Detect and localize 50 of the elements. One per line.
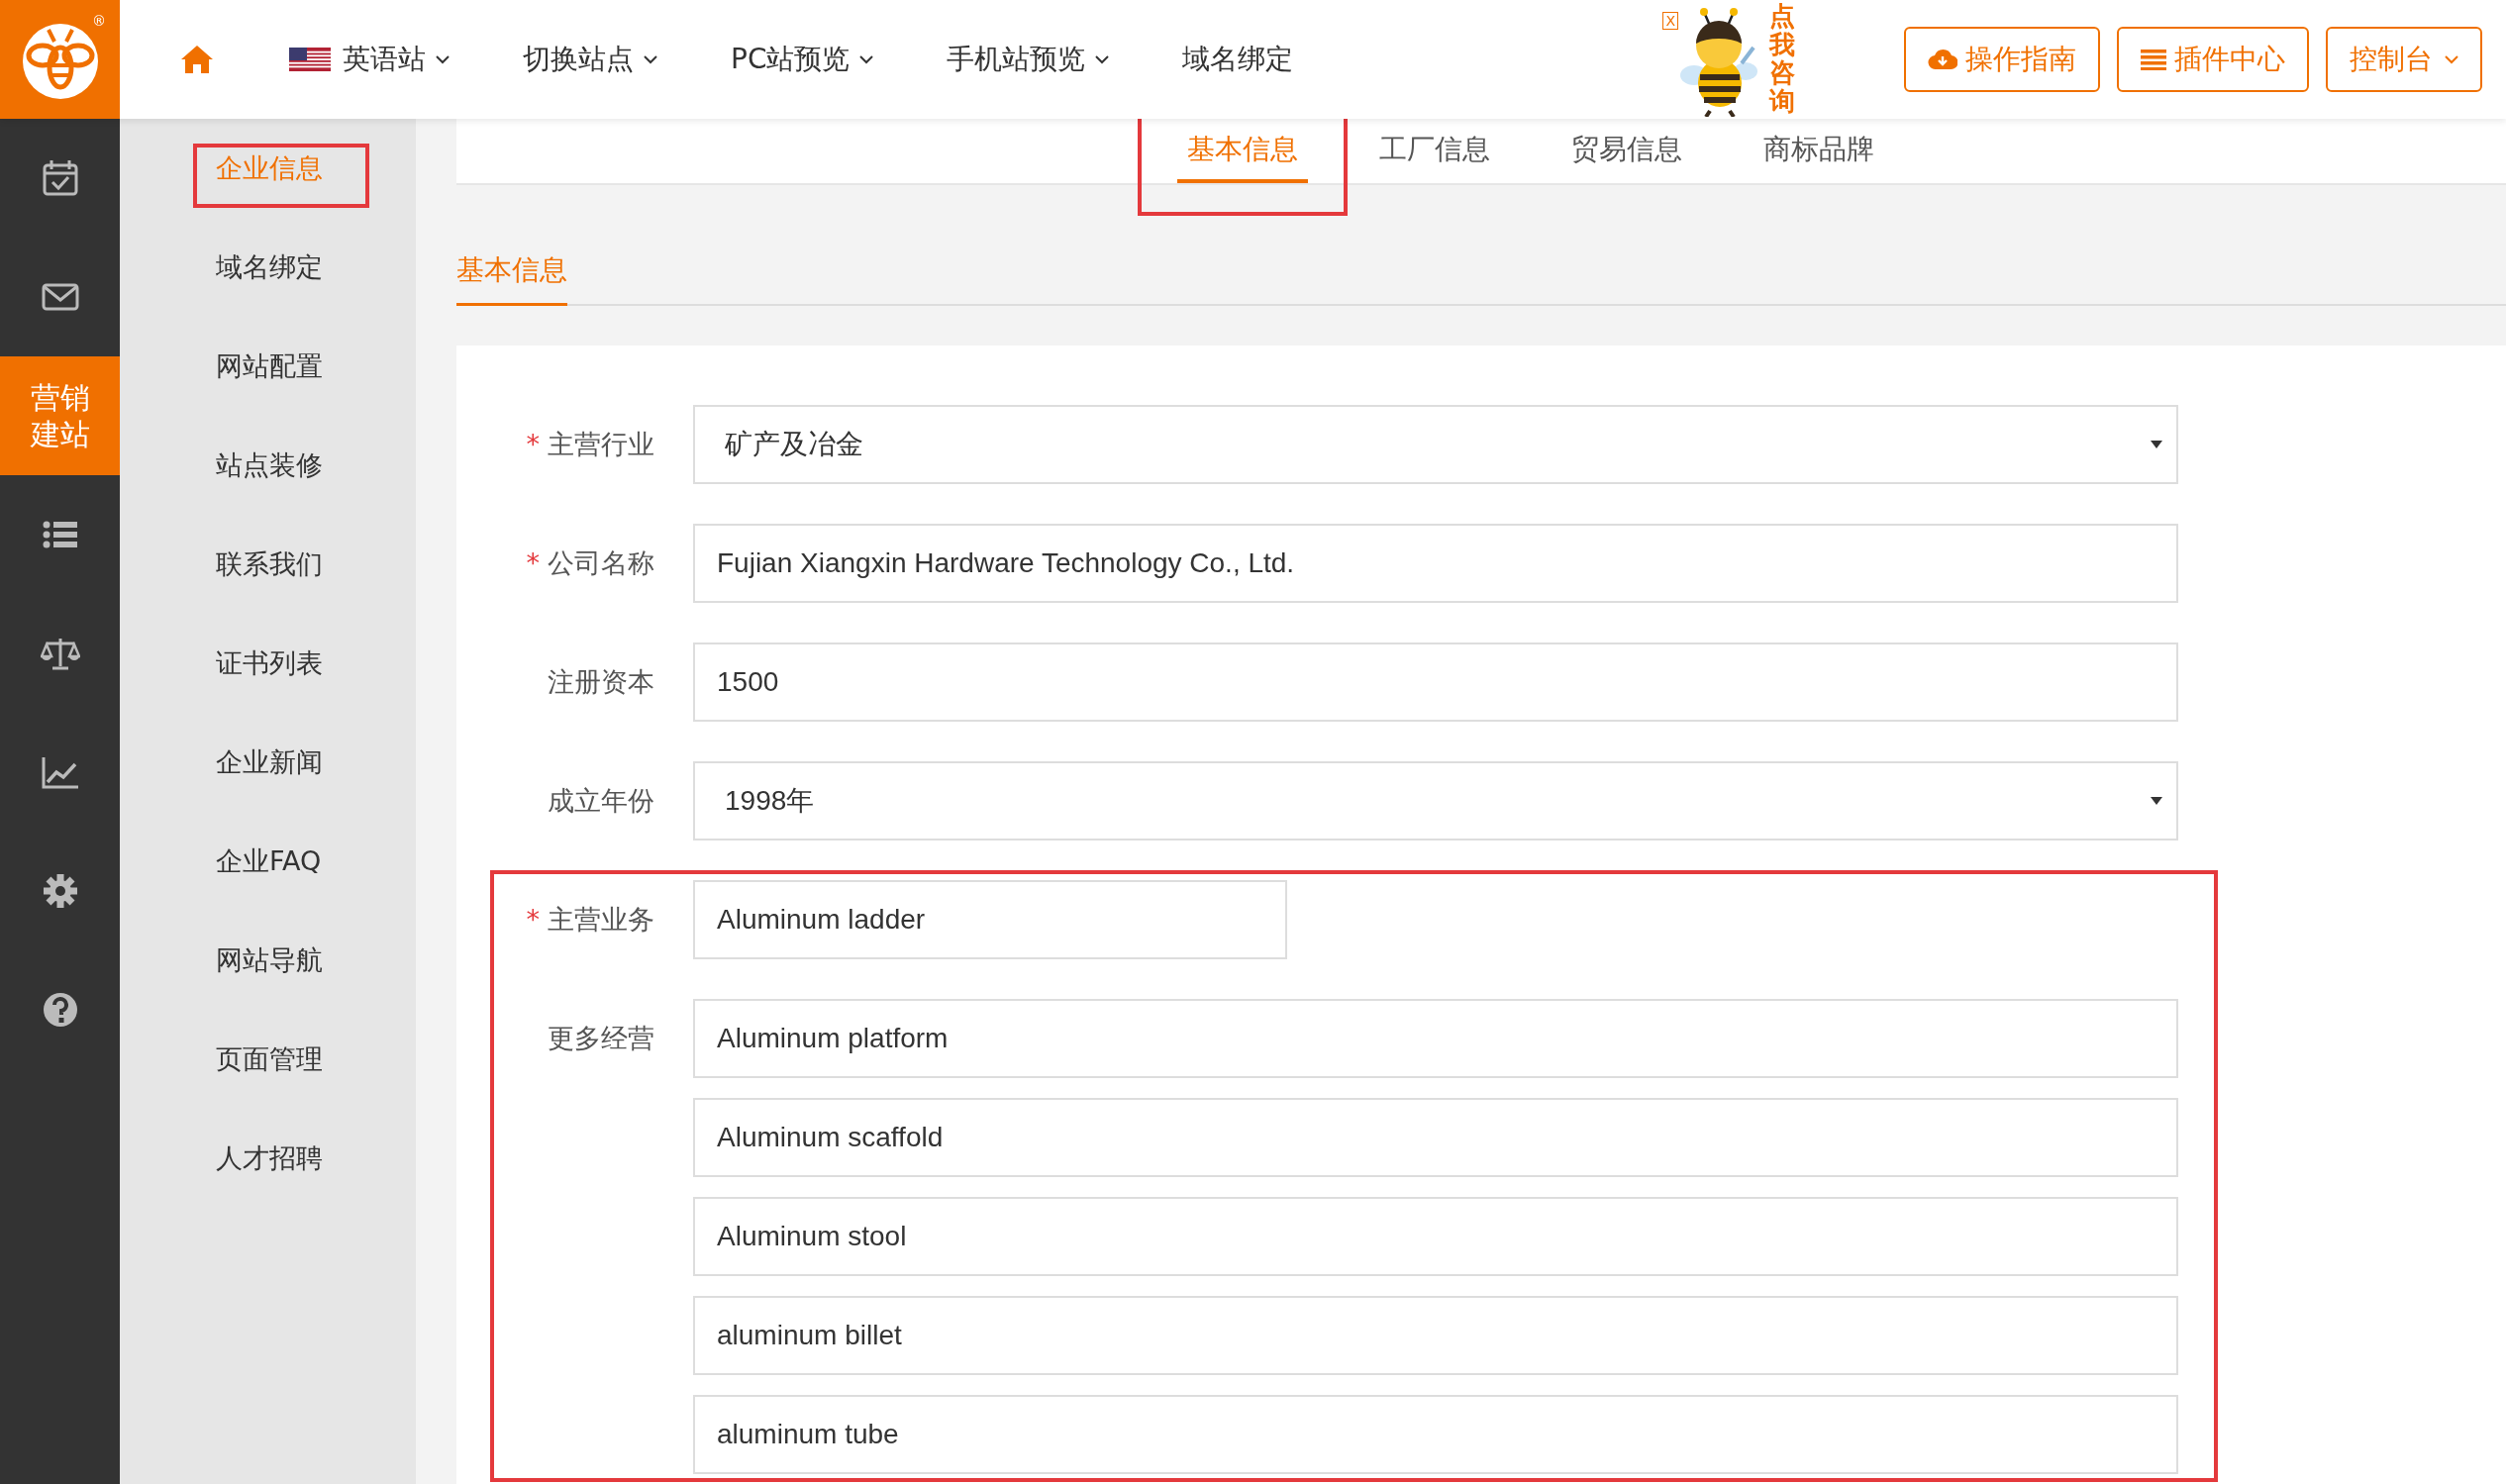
menu-item[interactable]: 企业FAQ <box>216 843 322 879</box>
cloud-download-icon <box>1928 48 1957 71</box>
section-title: 基本信息 <box>456 251 567 306</box>
menu-item[interactable]: 企业新闻 <box>216 744 323 780</box>
required-mark: * <box>526 429 540 459</box>
nav-link[interactable]: 英语站 <box>289 41 450 78</box>
input-field[interactable]: Fujian Xiangxin Hardware Technology Co., Ltd. <box>693 524 2178 603</box>
required-mark: * <box>526 904 540 935</box>
chevron-down-icon <box>859 54 874 64</box>
input-field[interactable]: 1500 <box>693 643 2178 722</box>
field-label: 成立年份 <box>548 785 654 816</box>
caret-icon <box>2151 797 2162 805</box>
field-label: 主营业务 <box>548 904 654 935</box>
flag-icon <box>289 48 331 71</box>
field-label: 主营行业 <box>548 429 654 459</box>
chevron-down-icon <box>2445 54 2458 64</box>
menu-item[interactable]: 页面管理 <box>216 1041 323 1077</box>
input-field[interactable]: Aluminum stool <box>693 1197 2178 1276</box>
dropdown-field[interactable]: 矿产及冶金 <box>693 405 2178 484</box>
dropdown-field[interactable]: 1998年 <box>693 761 2178 841</box>
nav-link[interactable]: 切换站点 <box>523 41 657 78</box>
home-icon[interactable] <box>180 45 214 74</box>
menu-item[interactable]: 网站配置 <box>216 348 323 384</box>
menu-item[interactable]: 人才招聘 <box>216 1140 323 1176</box>
nav-link[interactable]: 手机站预览 <box>947 41 1110 78</box>
field-label: 公司名称 <box>548 547 654 578</box>
chevron-down-icon <box>644 54 657 64</box>
tab[interactable]: 贸易信息 <box>1561 119 1692 183</box>
menu-item[interactable]: 联系我们 <box>216 546 323 582</box>
tab[interactable]: 工厂信息 <box>1369 119 1500 183</box>
field-label: 更多经营 <box>548 1023 654 1053</box>
menu-item[interactable]: 站点装修 <box>216 447 323 483</box>
caret-icon <box>2151 441 2162 448</box>
nav-link[interactable]: 域名绑定 <box>1182 41 1294 78</box>
input-field[interactable]: aluminum billet <box>693 1296 2178 1375</box>
menu-item[interactable]: 证书列表 <box>216 645 323 681</box>
chevron-down-icon <box>1095 54 1110 64</box>
input-field[interactable]: aluminum tube <box>693 1395 2178 1474</box>
required-mark: * <box>526 547 540 578</box>
input-field[interactable]: Aluminum scaffold <box>693 1098 2178 1177</box>
field-label: 注册资本 <box>548 666 654 697</box>
registered-mark: ® <box>92 14 106 28</box>
tab[interactable]: 商标品牌 <box>1754 119 1884 183</box>
chevron-down-icon <box>436 54 450 64</box>
input-field[interactable]: Aluminum platform <box>693 999 2178 1078</box>
list-icon <box>2141 49 2166 70</box>
menu-item[interactable]: 域名绑定 <box>216 249 323 285</box>
menu-item[interactable]: 网站导航 <box>216 942 323 978</box>
nav-link[interactable]: PC站预览 <box>731 41 874 78</box>
input-field[interactable]: Aluminum ladder <box>693 880 1287 959</box>
